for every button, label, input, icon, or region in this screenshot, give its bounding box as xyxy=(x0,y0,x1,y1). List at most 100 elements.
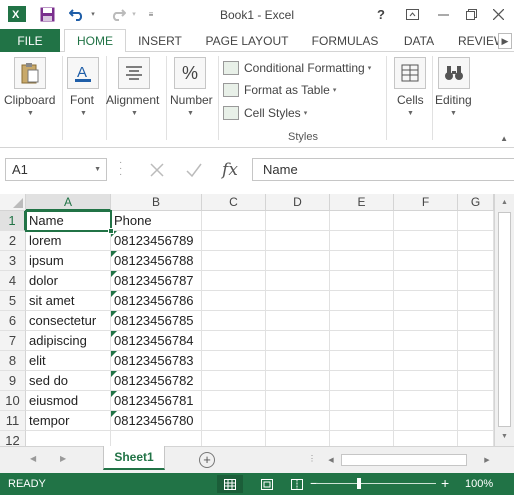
formula-input[interactable]: Name xyxy=(252,158,514,181)
column-header-e[interactable]: E xyxy=(330,194,394,211)
zoom-level[interactable]: 100% xyxy=(465,478,493,490)
cell-d7[interactable] xyxy=(266,331,330,351)
scroll-left-icon[interactable]: ◀ xyxy=(325,453,337,467)
row-header-6[interactable]: 6 xyxy=(0,311,26,331)
enter-check-icon[interactable] xyxy=(180,158,208,181)
cell-e5[interactable] xyxy=(330,291,394,311)
cell-b1[interactable]: Phone xyxy=(111,211,202,231)
cell-a11[interactable]: tempor xyxy=(26,411,111,431)
worksheet-grid[interactable]: ABCDEFG 1 2 3 4 5 6 7 8 9 10 11 12 Name Phone lorem 08… xyxy=(0,194,514,446)
cell-a3[interactable]: ipsum xyxy=(26,251,111,271)
cell-e6[interactable] xyxy=(330,311,394,331)
cell-c6[interactable] xyxy=(202,311,266,331)
cell-e7[interactable] xyxy=(330,331,394,351)
cell-b2[interactable]: 08123456789 xyxy=(111,231,202,251)
cell-f2[interactable] xyxy=(394,231,458,251)
tab-data[interactable]: DATA xyxy=(397,29,441,53)
tab-home[interactable]: HOME xyxy=(64,29,126,53)
number-group[interactable]: % Number ▼ xyxy=(168,52,216,144)
cell-c11[interactable] xyxy=(202,411,266,431)
vertical-scrollbar[interactable]: ▲ ▼ xyxy=(494,194,514,446)
editing-group[interactable]: Editing ▼ xyxy=(434,52,478,144)
sheet-tab-sheet1[interactable]: Sheet1 xyxy=(103,446,165,470)
cell-a9[interactable]: sed do xyxy=(26,371,111,391)
cell-g9[interactable] xyxy=(458,371,494,391)
cell-g12[interactable] xyxy=(458,431,494,446)
cell-c2[interactable] xyxy=(202,231,266,251)
normal-view-icon[interactable] xyxy=(217,475,243,493)
name-box-dropdown-icon[interactable]: ▼ xyxy=(94,166,101,173)
cell-a7[interactable]: adipiscing xyxy=(26,331,111,351)
cell-e3[interactable] xyxy=(330,251,394,271)
cell-c3[interactable] xyxy=(202,251,266,271)
column-header-c[interactable]: C xyxy=(202,194,266,211)
cell-d3[interactable] xyxy=(266,251,330,271)
cell-b7[interactable]: 08123456784 xyxy=(111,331,202,351)
cell-g1[interactable] xyxy=(458,211,494,231)
cell-f6[interactable] xyxy=(394,311,458,331)
cell-e10[interactable] xyxy=(330,391,394,411)
row-header-1[interactable]: 1 xyxy=(0,211,26,231)
row-header-8[interactable]: 8 xyxy=(0,351,26,371)
cell-b12[interactable] xyxy=(111,431,202,446)
tab-formulas[interactable]: FORMULAS xyxy=(308,29,382,53)
cell-d8[interactable] xyxy=(266,351,330,371)
row-header-10[interactable]: 10 xyxy=(0,391,26,411)
row-header-11[interactable]: 11 xyxy=(0,411,26,431)
cell-g3[interactable] xyxy=(458,251,494,271)
clipboard-group[interactable]: Clipboard ▼ xyxy=(0,52,60,144)
cells-group[interactable]: Cells ▼ xyxy=(388,52,432,144)
insert-function-icon[interactable]: fx xyxy=(215,158,245,181)
cell-b5[interactable]: 08123456786 xyxy=(111,291,202,311)
cell-d11[interactable] xyxy=(266,411,330,431)
row-header-5[interactable]: 5 xyxy=(0,291,26,311)
cell-b8[interactable]: 08123456783 xyxy=(111,351,202,371)
cell-c4[interactable] xyxy=(202,271,266,291)
sheet-prev-icon[interactable]: ◀ xyxy=(30,454,36,463)
cell-d12[interactable] xyxy=(266,431,330,446)
cell-a12[interactable] xyxy=(26,431,111,446)
cell-g4[interactable] xyxy=(458,271,494,291)
format-as-table-button[interactable]: Format as Table ▾ xyxy=(223,80,336,100)
row-header-3[interactable]: 3 xyxy=(0,251,26,271)
cell-styles-button[interactable]: Cell Styles ▾ xyxy=(223,103,307,123)
column-header-a[interactable]: A xyxy=(26,194,111,211)
cell-e9[interactable] xyxy=(330,371,394,391)
page-break-view-icon[interactable] xyxy=(284,475,310,493)
cell-f5[interactable] xyxy=(394,291,458,311)
collapse-ribbon-icon[interactable]: ▲ xyxy=(500,134,508,143)
scroll-right-icon[interactable]: ▶ xyxy=(481,453,493,467)
cell-f11[interactable] xyxy=(394,411,458,431)
cell-f12[interactable] xyxy=(394,431,458,446)
tab-splitter-icon[interactable]: ⋮ xyxy=(308,454,316,463)
cell-e12[interactable] xyxy=(330,431,394,446)
cell-f9[interactable] xyxy=(394,371,458,391)
cell-c10[interactable] xyxy=(202,391,266,411)
cell-c9[interactable] xyxy=(202,371,266,391)
zoom-slider-thumb[interactable] xyxy=(357,478,361,489)
cell-a2[interactable]: lorem xyxy=(26,231,111,251)
ribbon-display-icon[interactable] xyxy=(401,4,423,24)
cell-b3[interactable]: 08123456788 xyxy=(111,251,202,271)
cell-d10[interactable] xyxy=(266,391,330,411)
row-header-7[interactable]: 7 xyxy=(0,331,26,351)
row-header-12[interactable]: 12 xyxy=(0,431,26,446)
cell-c5[interactable] xyxy=(202,291,266,311)
cell-c8[interactable] xyxy=(202,351,266,371)
cell-g6[interactable] xyxy=(458,311,494,331)
cell-f1[interactable] xyxy=(394,211,458,231)
cell-a6[interactable]: consectetur xyxy=(26,311,111,331)
cancel-icon[interactable] xyxy=(143,158,171,181)
cell-g8[interactable] xyxy=(458,351,494,371)
cell-g10[interactable] xyxy=(458,391,494,411)
cell-g5[interactable] xyxy=(458,291,494,311)
cell-d6[interactable] xyxy=(266,311,330,331)
cell-g7[interactable] xyxy=(458,331,494,351)
cell-f8[interactable] xyxy=(394,351,458,371)
fill-handle[interactable] xyxy=(108,228,114,234)
conditional-formatting-button[interactable]: Conditional Formatting ▾ xyxy=(223,58,371,78)
tab-insert[interactable]: INSERT xyxy=(131,29,189,53)
minimize-icon[interactable] xyxy=(432,4,454,24)
zoom-slider[interactable] xyxy=(316,483,436,484)
cell-g11[interactable] xyxy=(458,411,494,431)
